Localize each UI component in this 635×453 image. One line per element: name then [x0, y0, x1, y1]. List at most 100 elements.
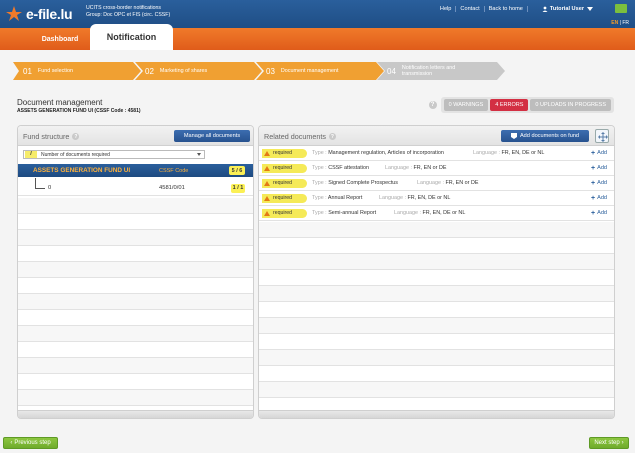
uploads-badge[interactable]: 0 UPLOADS IN PROGRESS — [530, 99, 611, 111]
user-name: Tutorial User — [549, 5, 584, 12]
previous-step-button[interactable]: ‹ Previous step — [3, 437, 58, 449]
efile-logo[interactable]: e-file.lu — [4, 4, 73, 24]
add-document-link[interactable]: + Add — [591, 210, 607, 217]
tab-dashboard[interactable]: Dashboard — [20, 28, 100, 50]
document-language: FR, EN or DE — [413, 165, 447, 171]
type-label: Type : — [312, 195, 327, 201]
step-label: Marketing of shares — [159, 68, 208, 74]
contact-link[interactable]: Contact — [456, 5, 485, 12]
panel-title: Related documents ? — [264, 132, 336, 141]
header-subtitle: UCITS cross-border notifications Group: … — [86, 5, 170, 19]
language-label: Language : — [385, 165, 412, 171]
step-label: Notification letters and transmission — [401, 65, 456, 77]
warning-icon — [264, 165, 270, 171]
manage-all-documents-button[interactable]: Manage all documents — [174, 130, 250, 142]
required-badge: required — [262, 163, 307, 173]
document-language: FR, EN, DE or NL — [501, 150, 545, 156]
subtitle-line2: Group: Doc OPC et FIS (circ. CSSF) — [86, 12, 171, 18]
step-notification-letters[interactable]: 04 Notification letters and transmission — [377, 62, 505, 80]
warning-icon — [264, 180, 270, 186]
errors-badge[interactable]: 4 ERRORS — [490, 99, 529, 111]
step-arrow-shape — [13, 62, 141, 80]
chevron-down-icon — [587, 6, 593, 11]
subfund-code: 4581/0/01 — [159, 185, 185, 191]
move-icon[interactable] — [595, 129, 609, 143]
step-label: Document management — [280, 68, 339, 74]
document-row: required Type : Management regulation, A… — [259, 146, 614, 161]
language-label: Language : — [379, 195, 406, 201]
type-label: Type : — [312, 165, 327, 171]
document-icon — [510, 133, 517, 139]
add-document-link[interactable]: + Add — [591, 180, 607, 187]
move-arrows-icon — [598, 132, 608, 142]
document-language: FR, EN, DE or NL — [422, 210, 466, 216]
warnings-badge[interactable]: 0 WARNINGS — [443, 99, 489, 111]
type-label: Type : — [312, 180, 327, 186]
add-documents-on-fund-button[interactable]: Add documents on fund — [501, 130, 589, 142]
basket-icon[interactable] — [615, 4, 627, 13]
user-icon — [542, 6, 548, 12]
main-tab-bar: Dashboard Notification — [0, 24, 635, 50]
required-badge: required — [262, 208, 307, 218]
type-label: Type : — [312, 210, 327, 216]
required-label: required — [273, 210, 293, 216]
required-label: required — [273, 165, 293, 171]
back-home-link[interactable]: Back to home — [485, 5, 528, 12]
panel-title: Fund structure ? — [23, 132, 80, 141]
next-step-label: Next step — [594, 440, 620, 446]
panel-header: Related documents ? Add documents on fun… — [259, 126, 614, 146]
previous-step-label: Previous step — [14, 440, 51, 446]
logo-star-icon — [6, 6, 22, 21]
add-document-link[interactable]: + Add — [591, 195, 607, 202]
tree-connector — [35, 178, 45, 189]
language-label: Language : — [394, 210, 421, 216]
step-marketing-shares[interactable]: 02 Marketing of shares — [135, 62, 262, 80]
warning-icon — [264, 210, 270, 216]
document-language: FR, EN, DE or NL — [407, 195, 451, 201]
fund-row[interactable]: ASSETS GENERATION FUND UI CSSF Code 5 / … — [18, 164, 253, 177]
related-documents-title: Related documents — [264, 132, 326, 141]
required-label: required — [273, 180, 293, 186]
subfund-row[interactable]: 0 4581/0/01 1 / 1 — [18, 178, 253, 196]
step-number: 02 — [145, 66, 154, 76]
step-number: 03 — [266, 66, 275, 76]
chevron-left-icon: ‹ — [10, 440, 13, 446]
fund-structure-panel: Fund structure ? Manage all documents / … — [17, 125, 254, 419]
lang-fr[interactable]: FR — [622, 20, 629, 26]
lang-en[interactable]: EN — [611, 20, 618, 26]
step-number: 04 — [387, 66, 396, 76]
user-menu[interactable]: Tutorial User — [542, 6, 593, 12]
wizard-steps: 01 Fund selection 02 Marketing of shares… — [0, 57, 635, 85]
add-document-link[interactable]: + Add — [591, 150, 607, 157]
help-icon[interactable]: ? — [72, 133, 80, 140]
add-label: Add — [597, 150, 608, 156]
step-fund-selection[interactable]: 01 Fund selection — [13, 62, 141, 80]
add-documents-label: Add documents on fund — [519, 133, 580, 139]
step-number: 01 — [23, 66, 32, 76]
related-documents-panel: Related documents ? Add documents on fun… — [258, 125, 615, 419]
document-row: required Type : Semi-annual Report Langu… — [259, 206, 614, 221]
document-type: Signed Complete Prospectus — [328, 180, 399, 186]
code-header: CSSF Code — [159, 167, 189, 174]
help-link[interactable]: Help — [436, 5, 457, 12]
language-switch: EN | FR — [611, 20, 629, 26]
subfund-doc-count: 1 / 1 — [231, 183, 245, 193]
subtitle-line1: UCITS cross-border notifications — [86, 5, 161, 11]
add-label: Add — [597, 210, 608, 216]
next-step-button[interactable]: Next step › — [589, 437, 629, 449]
warning-icon — [264, 195, 270, 201]
tab-notification[interactable]: Notification — [90, 24, 173, 50]
step-document-management[interactable]: 03 Document management — [256, 62, 384, 80]
required-badge: required — [262, 193, 307, 203]
required-badge: required — [262, 178, 307, 188]
required-badge: required — [262, 148, 307, 158]
help-icon[interactable]: ? — [328, 133, 336, 140]
document-row: required Type : Annual Report Language :… — [259, 191, 614, 206]
add-label: Add — [597, 165, 608, 171]
top-links: Help Contact Back to home Tutorial User — [436, 4, 635, 13]
subfund-name: 0 — [48, 185, 52, 191]
help-icon[interactable]: ? — [428, 101, 437, 109]
add-document-link[interactable]: + Add — [591, 165, 607, 172]
filter-select[interactable]: / Number of documents required — [23, 150, 205, 159]
required-label: required — [273, 150, 293, 156]
